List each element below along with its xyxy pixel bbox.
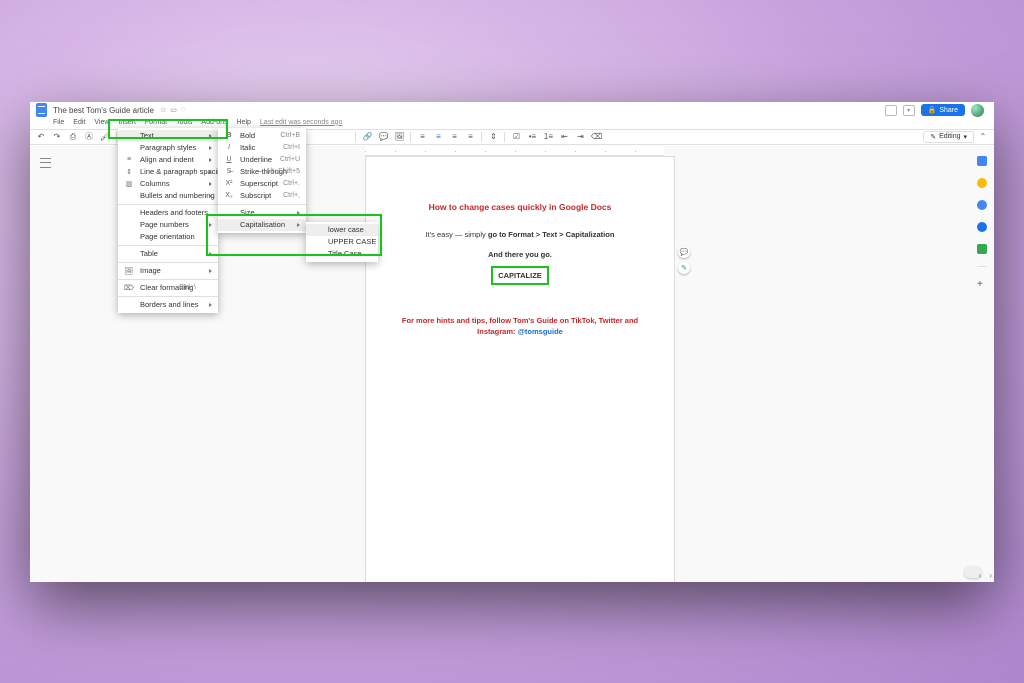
checklist-icon[interactable]: ☑ bbox=[511, 132, 521, 142]
menu-item-paragraph-styles[interactable]: Paragraph styles bbox=[118, 142, 218, 154]
menu-item-superscript[interactable]: X²SuperscriptCtrl+. bbox=[218, 178, 306, 190]
paint-format-icon[interactable]: 🖌 bbox=[100, 132, 110, 142]
menu-item-underline[interactable]: UUnderlineCtrl+U bbox=[218, 154, 306, 166]
move-icon[interactable]: ▭ bbox=[170, 106, 177, 114]
redo-icon[interactable]: ↷ bbox=[52, 132, 62, 142]
star-icon[interactable]: ☆ bbox=[160, 106, 166, 114]
menu-addons[interactable]: Add-ons bbox=[201, 119, 227, 126]
mode-editing[interactable]: ✎ Editing ▾ bbox=[923, 131, 974, 143]
menu-item-image[interactable]: 🖼Image bbox=[118, 265, 218, 277]
menu-item-italic[interactable]: IItalicCtrl+I bbox=[218, 142, 306, 154]
menu-item-subscript[interactable]: X₂SubscriptCtrl+, bbox=[218, 190, 306, 202]
doc-footer-2: Instagram: @tomsguide bbox=[394, 326, 646, 337]
menu-item-lowercase[interactable]: lower case bbox=[306, 224, 378, 236]
cloud-icon[interactable]: ◌ bbox=[181, 106, 185, 114]
align-center-icon[interactable]: ≡ bbox=[433, 132, 443, 142]
menu-item-page-numbers[interactable]: Page numbers bbox=[118, 219, 218, 231]
add-comment-bubble[interactable]: 💬 bbox=[678, 246, 690, 258]
align-right-icon[interactable]: ≡ bbox=[449, 132, 459, 142]
indent-decrease-icon[interactable]: ⇤ bbox=[559, 132, 569, 142]
tasks-app-icon[interactable] bbox=[977, 200, 987, 210]
ruler[interactable] bbox=[365, 146, 664, 156]
menu-tools[interactable]: Tools bbox=[176, 119, 192, 126]
maps-app-icon[interactable] bbox=[977, 244, 987, 254]
menu-help[interactable]: Help bbox=[237, 119, 251, 126]
doc-paragraph-2: And there you go. bbox=[394, 249, 646, 260]
menu-item-clear-formatting[interactable]: ⌦Clear formattingCtrl+\ bbox=[118, 282, 218, 294]
menu-item-table[interactable]: Table bbox=[118, 248, 218, 260]
menu-item-page-orientation[interactable]: Page orientation bbox=[118, 231, 218, 243]
account-avatar[interactable] bbox=[971, 104, 984, 117]
menu-item-uppercase[interactable]: UPPER CASE bbox=[306, 236, 378, 248]
meet-icon[interactable]: ▾ bbox=[903, 105, 915, 116]
menu-item-titlecase[interactable]: Title Case bbox=[306, 248, 378, 260]
bullet-list-icon[interactable]: •≡ bbox=[527, 132, 537, 142]
insert-link-icon[interactable]: 🔗 bbox=[362, 132, 372, 142]
contacts-app-icon[interactable] bbox=[977, 222, 987, 232]
share-button[interactable]: 🔒Share bbox=[921, 104, 965, 116]
document-title[interactable]: The best Tom's Guide article bbox=[53, 106, 154, 115]
addons-plus-icon[interactable]: + bbox=[977, 279, 987, 289]
menu-insert[interactable]: Insert bbox=[118, 119, 136, 126]
comment-history-icon[interactable] bbox=[885, 105, 897, 116]
calendar-app-icon[interactable] bbox=[977, 156, 987, 166]
menu-item-line-spacing[interactable]: ⇕Line & paragraph spacing bbox=[118, 166, 218, 178]
text-submenu: BBoldCtrl+B IItalicCtrl+I UUnderlineCtrl… bbox=[218, 128, 306, 233]
align-left-icon[interactable]: ≡ bbox=[417, 132, 427, 142]
menu-item-align-indent[interactable]: ≡Align and indent bbox=[118, 154, 218, 166]
menu-item-bold[interactable]: BBoldCtrl+B bbox=[218, 130, 306, 142]
align-justify-icon[interactable]: ≡ bbox=[465, 132, 475, 142]
menu-item-headers-footers[interactable]: Headers and footers bbox=[118, 207, 218, 219]
print-icon[interactable]: ⎙ bbox=[68, 132, 78, 142]
last-edit-link[interactable]: Last edit was seconds ago bbox=[260, 119, 343, 126]
line-spacing-icon[interactable]: ⇕ bbox=[488, 132, 498, 142]
menu-item-columns[interactable]: ▥Columns bbox=[118, 178, 218, 190]
menu-item-strikethrough[interactable]: S̶Strike-throughAlt+Shift+5 bbox=[218, 166, 306, 178]
clear-format-icon[interactable]: ⌫ bbox=[591, 132, 601, 142]
menu-format[interactable]: Format bbox=[145, 119, 167, 126]
collapse-icon[interactable]: ⌃ bbox=[978, 132, 988, 142]
keep-app-icon[interactable] bbox=[977, 178, 987, 188]
menu-item-text[interactable]: Text bbox=[118, 130, 218, 142]
insert-comment-icon[interactable]: 💬 bbox=[378, 132, 388, 142]
outline-icon[interactable] bbox=[40, 158, 51, 168]
doc-paragraph-1: It's easy — simply go to Format > Text >… bbox=[394, 229, 646, 240]
doc-footer-1: For more hints and tips, follow Tom's Gu… bbox=[394, 315, 646, 326]
undo-icon[interactable]: ↶ bbox=[36, 132, 46, 142]
suggest-edit-bubble[interactable]: ✎ bbox=[678, 262, 690, 274]
menu-edit[interactable]: Edit bbox=[73, 119, 85, 126]
doc-heading: How to change cases quickly in Google Do… bbox=[394, 201, 646, 214]
number-list-icon[interactable]: 1≡ bbox=[543, 132, 553, 142]
capitalisation-submenu: lower case UPPER CASE Title Case bbox=[306, 222, 378, 262]
menu-item-capitalisation[interactable]: Capitalisation bbox=[218, 219, 306, 231]
spellcheck-icon[interactable]: Ⓐ bbox=[84, 132, 94, 142]
menu-file[interactable]: File bbox=[53, 119, 64, 126]
indent-increase-icon[interactable]: ⇥ bbox=[575, 132, 585, 142]
menu-item-size[interactable]: Size bbox=[218, 207, 306, 219]
insert-image-icon[interactable]: 🖼 bbox=[394, 132, 404, 142]
doc-selected-word: CAPITALIZE bbox=[491, 266, 549, 285]
menu-view[interactable]: View bbox=[94, 119, 109, 126]
docs-logo-icon bbox=[36, 103, 47, 117]
format-menu: Text Paragraph styles ≡Align and indent … bbox=[118, 128, 218, 313]
document-page[interactable]: How to change cases quickly in Google Do… bbox=[365, 156, 675, 582]
menu-item-bullets-numbering[interactable]: Bullets and numbering bbox=[118, 190, 218, 202]
menu-item-borders-lines[interactable]: Borders and lines bbox=[118, 299, 218, 311]
